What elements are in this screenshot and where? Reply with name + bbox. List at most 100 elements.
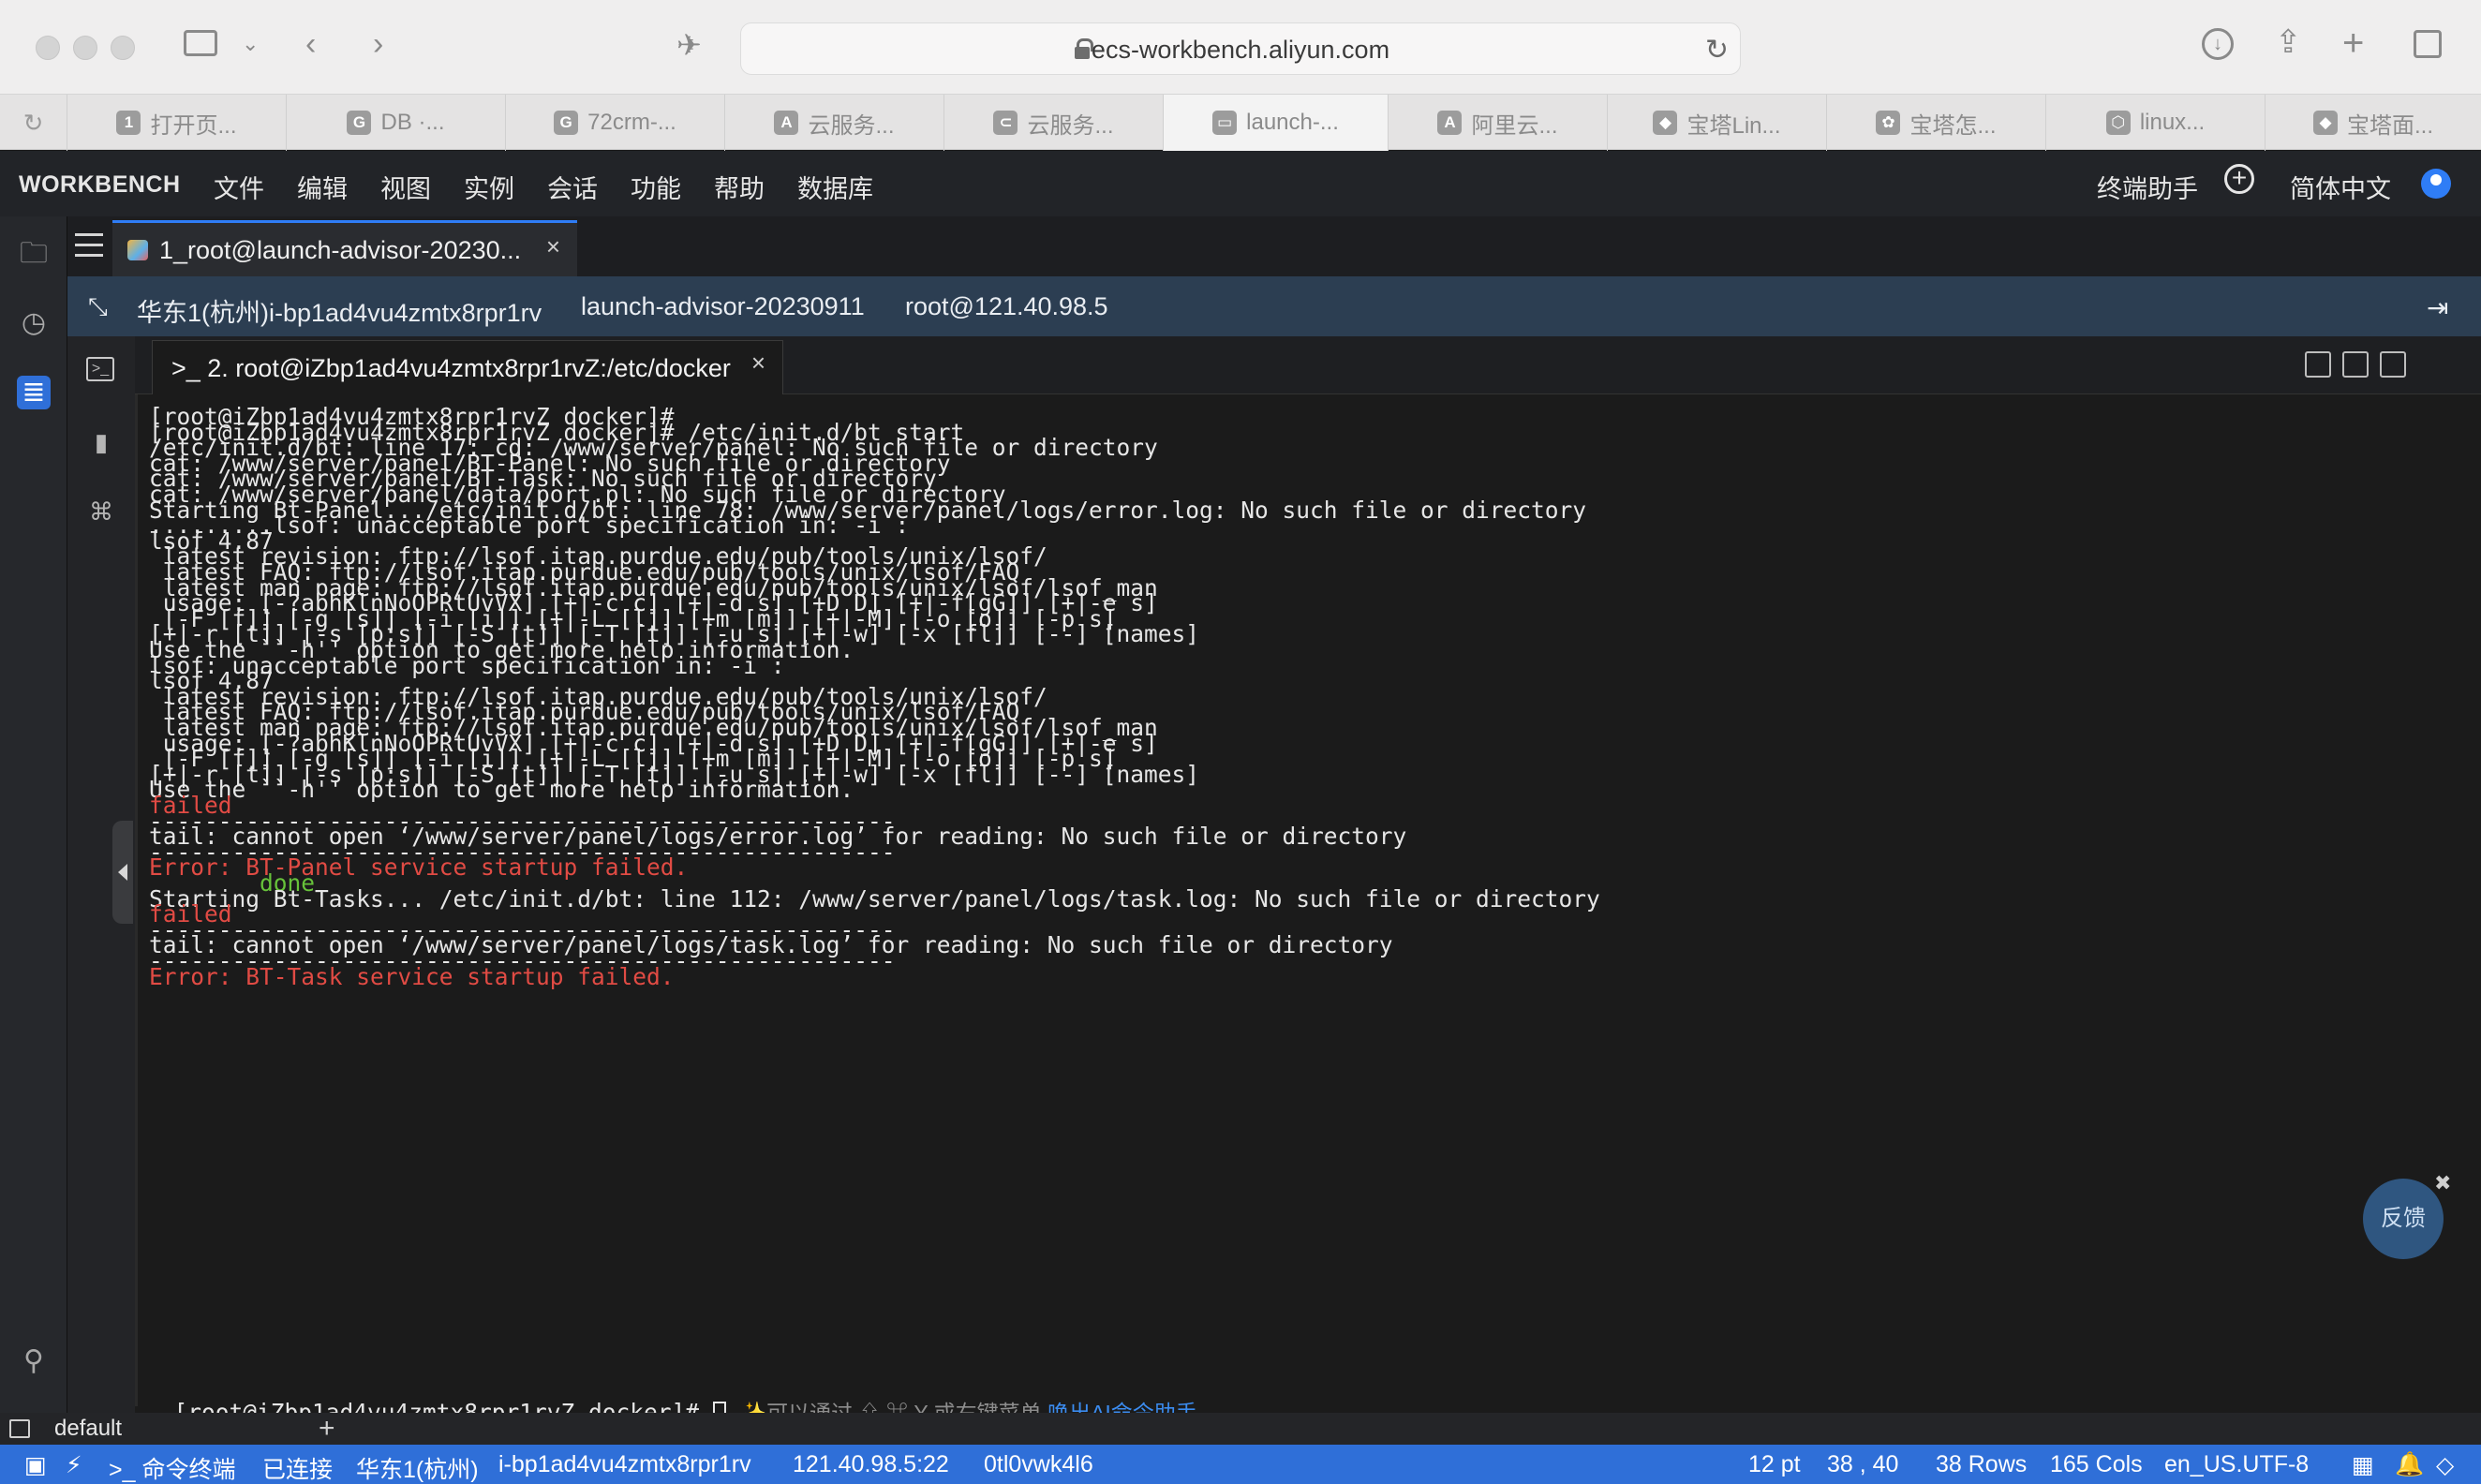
address-bar[interactable]: ecs-workbench.aliyun.com ↻ — [740, 22, 1741, 75]
terminal-line: Use the ``-h'' option to get more help i… — [149, 776, 854, 804]
browser-tab[interactable]: ⬡ linux... — [2046, 95, 2266, 151]
share-icon[interactable]: ⇪ — [2275, 26, 2302, 58]
terminal-tab-active[interactable]: >_ 2. root@iZbp1ad4vu4zmtx8rpr1rvZ:/etc/… — [152, 340, 783, 394]
terminal-output[interactable]: [root@iZbp1ad4vu4zmtx8rpr1rvZ docker]# [r… — [135, 394, 2481, 1406]
browser-tab[interactable]: A 云服务... — [725, 95, 944, 151]
terminal-line: Error: BT-Task service startup failed. — [149, 962, 675, 990]
back-icon[interactable]: ‹ — [305, 28, 316, 60]
workbench-logo: WORKBENCH — [19, 171, 181, 198]
split-horizontal-icon[interactable] — [2380, 351, 2406, 378]
browser-tab-label: 云服务... — [808, 112, 895, 139]
exit-icon[interactable]: ⇥ — [2427, 292, 2448, 323]
close-window-button[interactable] — [36, 36, 60, 60]
collapse-panel-handle[interactable] — [112, 821, 133, 924]
tab-favicon-icon: A — [1437, 111, 1463, 135]
folder-icon[interactable]: 🗀 — [17, 237, 51, 271]
add-session-button[interactable]: + — [319, 1413, 335, 1445]
browser-tab-bar: ↻ 1 打开页... G DB ·... G 72crm-... A 云服务... ⊂ 云… — [0, 94, 2481, 151]
tab-favicon-icon: ⬡ — [2105, 111, 2131, 135]
split-vertical-icon[interactable] — [2342, 351, 2369, 378]
fullscreen-icon[interactable]: ⤡ — [88, 292, 108, 322]
panel-icon[interactable]: ▣ — [24, 1451, 47, 1479]
terminal-icon[interactable]: >_ — [86, 357, 114, 381]
browser-tab[interactable]: G DB ·... — [287, 95, 506, 151]
instance-info-bar: ⤡ 华东1(杭州)i-bp1ad4vu4zmtx8rpr1rv launch-a… — [67, 276, 2481, 336]
sidebar-toggle-icon[interactable] — [184, 30, 217, 56]
menu-session[interactable]: 会话 — [547, 169, 598, 205]
close-icon[interactable]: × — [751, 349, 765, 378]
menu-database[interactable]: 数据库 — [797, 169, 873, 205]
status-locale[interactable]: en_US.UTF-8 — [2164, 1451, 2309, 1478]
menu-instance[interactable]: 实例 — [464, 169, 514, 205]
add-circle-icon[interactable]: + — [2224, 164, 2254, 194]
terminal-assistant-button[interactable]: 终端助手 — [2097, 169, 2198, 205]
tab-favicon-icon: A — [774, 111, 799, 135]
pinned-tab[interactable]: ↻ — [0, 95, 67, 151]
history-icon[interactable]: ◷ — [17, 306, 51, 340]
browser-tab[interactable]: ⊂ 云服务... — [944, 95, 1164, 151]
left-rail: 🗀 ◷ ≣ ⚲ — [0, 216, 67, 1413]
bell-icon[interactable]: 🔔 — [2395, 1451, 2424, 1478]
session-list-icon[interactable] — [75, 233, 103, 258]
browser-tab[interactable]: ◆ 宝塔Lin... — [1608, 95, 1827, 151]
server-list-icon[interactable]: ≣ — [17, 376, 51, 409]
browser-tab-active[interactable]: ▭ launch-... — [1164, 95, 1389, 151]
download-icon[interactable]: ↓ — [2202, 28, 2234, 60]
status-region: 华东1(杭州) — [356, 1457, 479, 1483]
instance-login: root@121.40.98.5 — [905, 292, 1108, 320]
status-rows: 38 Rows — [1936, 1451, 2028, 1477]
new-tab-icon[interactable]: + — [2342, 24, 2364, 62]
tab-favicon-icon: 1 — [116, 111, 141, 135]
new-pane-icon[interactable] — [2305, 351, 2331, 378]
browser-tab[interactable]: 1 打开页... — [67, 95, 287, 151]
feedback-button[interactable]: 反馈 — [2363, 1179, 2444, 1259]
session-tab-label: 1_root@launch-advisor-20230... — [159, 236, 522, 264]
session-name[interactable]: default — [54, 1416, 122, 1442]
forward-icon[interactable]: › — [373, 28, 383, 60]
pin-icon[interactable]: ⚲ — [17, 1344, 51, 1378]
status-session-code: 0tl0vwk4l6 — [984, 1451, 1093, 1477]
status-cursor-position: 38 , 40 — [1827, 1451, 1899, 1477]
browser-tab-label: 阿里云... — [1471, 112, 1558, 139]
browser-tab[interactable]: G 72crm-... — [506, 95, 725, 151]
browser-tab-label: linux... — [2139, 110, 2206, 135]
tab-favicon-icon: ⊂ — [993, 111, 1018, 135]
user-avatar[interactable] — [2421, 169, 2451, 199]
tab-favicon-icon: G — [347, 111, 372, 135]
connection-status: 已连接 — [262, 1457, 334, 1483]
menu-help[interactable]: 帮助 — [714, 169, 765, 205]
minimize-window-button[interactable] — [73, 36, 97, 60]
feedback-close-icon[interactable]: ✖ — [2434, 1171, 2451, 1195]
status-bar: ▣ ⚡ >_ 命令终端 已连接 华东1(杭州) i-bp1ad4vu4zmtx8… — [0, 1445, 2481, 1484]
tab-overview-icon[interactable] — [2414, 30, 2442, 58]
feedback-tag-icon[interactable]: ◇ — [2436, 1451, 2454, 1479]
workbench-menubar: WORKBENCH 文件 编辑 视图 实例 会话 功能 帮助 数据库 终端助手 … — [0, 151, 2481, 216]
session-footer: default + — [0, 1413, 2481, 1445]
language-switch[interactable]: 简体中文 — [2290, 169, 2391, 205]
refresh-icon: ↻ — [22, 108, 44, 137]
tab-favicon-icon: ✿ — [1876, 111, 1901, 135]
reload-icon[interactable]: ↻ — [1705, 34, 1729, 67]
session-tab-active[interactable]: 1_root@launch-advisor-20230... × — [112, 220, 577, 276]
terminal-session-icon — [9, 1419, 30, 1438]
browser-tab[interactable]: A 阿里云... — [1389, 95, 1608, 151]
close-icon[interactable]: × — [546, 232, 560, 261]
chevron-down-icon[interactable]: ⌄ — [242, 34, 259, 54]
tab-favicon-icon: ◆ — [1653, 111, 1678, 135]
menu-edit[interactable]: 编辑 — [297, 169, 348, 205]
status-cols: 165 Cols — [2050, 1451, 2143, 1477]
browser-tab-label: 宝塔Lin... — [1686, 112, 1781, 139]
status-font-size[interactable]: 12 pt — [1748, 1451, 1801, 1478]
menu-file[interactable]: 文件 — [214, 169, 264, 205]
menu-view[interactable]: 视图 — [380, 169, 431, 205]
zoom-window-button[interactable] — [111, 36, 135, 60]
command-icon[interactable]: ⌘ — [86, 497, 116, 527]
grid-icon[interactable]: ▦ — [2352, 1451, 2374, 1479]
instance-tab-icon — [127, 240, 148, 260]
browser-tab[interactable]: ◆ 宝塔面... — [2266, 95, 2481, 151]
connection-icon: ⚡ — [66, 1452, 82, 1478]
terminal-mode[interactable]: >_ 命令终端 — [109, 1451, 235, 1484]
browser-tab[interactable]: ✿ 宝塔怎... — [1827, 95, 2046, 151]
menu-features[interactable]: 功能 — [631, 169, 681, 205]
file-icon[interactable]: ▮ — [86, 428, 116, 457]
